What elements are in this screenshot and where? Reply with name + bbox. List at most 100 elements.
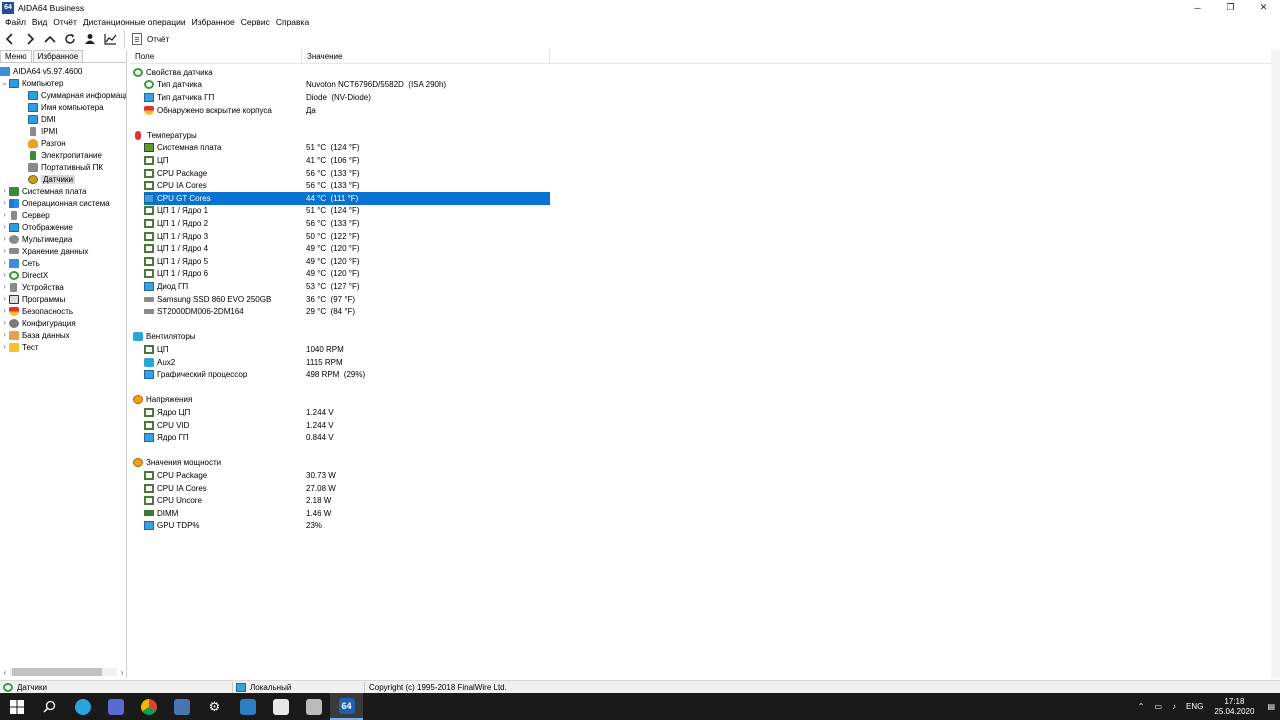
tree-item-config[interactable]: › Конфигурация: [0, 317, 126, 329]
tree-item-dmi[interactable]: DMI: [0, 113, 126, 125]
forward-icon[interactable]: [20, 30, 40, 48]
column-value[interactable]: Значение: [302, 49, 550, 64]
menu-view[interactable]: Вид: [29, 17, 50, 27]
tree-item-motherboard[interactable]: › Системная плата: [0, 185, 126, 197]
group-temperatures[interactable]: Температуры: [130, 129, 550, 142]
tree-item-root[interactable]: AIDA64 v5.97.4600: [0, 65, 126, 77]
horizontal-scrollbar[interactable]: ‹ ›: [0, 666, 127, 678]
tree-item-summary[interactable]: Суммарная информация: [0, 89, 126, 101]
expand-icon[interactable]: ›: [0, 344, 9, 351]
start-button[interactable]: [0, 693, 33, 720]
tree-item-programs[interactable]: › Программы: [0, 293, 126, 305]
table-row[interactable]: ST2000DM006-2DM164 29 °C (84 °F): [130, 305, 550, 318]
group-fans[interactable]: Вентиляторы: [130, 331, 550, 344]
table-row[interactable]: CPU Package 56 °C (133 °F): [130, 167, 550, 180]
collapse-icon[interactable]: ⌄: [0, 79, 9, 87]
notification-icon[interactable]: ▤: [1267, 702, 1275, 711]
scroll-right-icon[interactable]: ›: [117, 668, 127, 677]
expand-icon[interactable]: ›: [0, 188, 9, 195]
tree-item-directx[interactable]: › DirectX: [0, 269, 126, 281]
expand-icon[interactable]: ›: [0, 236, 9, 243]
expand-icon[interactable]: ›: [0, 212, 9, 219]
expand-icon[interactable]: ›: [0, 224, 9, 231]
table-row[interactable]: CPU VID 1.244 V: [130, 419, 550, 432]
taskbar-app-4[interactable]: [165, 693, 198, 720]
taskbar-app-2[interactable]: [99, 693, 132, 720]
taskbar-app-8[interactable]: [297, 693, 330, 720]
table-row[interactable]: Aux2 1115 RPM: [130, 356, 550, 369]
tree-item-network[interactable]: › Сеть: [0, 257, 126, 269]
table-row[interactable]: ЦП 1 / Ядро 5 49 °C (120 °F): [130, 255, 550, 268]
tree-item-security[interactable]: › Безопасность: [0, 305, 126, 317]
close-button[interactable]: ✕: [1247, 0, 1280, 15]
report-button[interactable]: Отчёт: [129, 30, 172, 48]
table-row[interactable]: Тип датчика Nuvoton NCT6796D/5582D (ISA …: [130, 79, 550, 92]
up-icon[interactable]: [40, 30, 60, 48]
taskbar-app-6[interactable]: [231, 693, 264, 720]
tab-menu[interactable]: Меню: [0, 50, 32, 62]
expand-icon[interactable]: ›: [0, 260, 9, 267]
refresh-icon[interactable]: [60, 30, 80, 48]
group-voltages[interactable]: Напряжения: [130, 394, 550, 407]
maximize-button[interactable]: ❐: [1214, 0, 1247, 15]
expand-icon[interactable]: ›: [0, 308, 9, 315]
speaker-icon[interactable]: ♪: [1172, 702, 1176, 711]
table-row[interactable]: Графический процессор 498 RPM (29%): [130, 368, 550, 381]
scrollbar-thumb[interactable]: [12, 668, 102, 676]
tab-favorites[interactable]: Избранное: [32, 50, 84, 62]
taskbar-aida64[interactable]: 64: [330, 693, 363, 720]
group-power[interactable]: Значения мощности: [130, 457, 550, 470]
user-icon[interactable]: [80, 30, 100, 48]
back-icon[interactable]: [0, 30, 20, 48]
table-row[interactable]: Диод ГП 53 °C (127 °F): [130, 280, 550, 293]
table-row-selected[interactable]: CPU GT Cores 44 °C (111 °F): [144, 192, 550, 205]
search-button[interactable]: [33, 693, 66, 720]
table-row[interactable]: ЦП 1 / Ядро 6 49 °C (120 °F): [130, 268, 550, 281]
tree-item-computer-name[interactable]: Имя компьютера: [0, 101, 126, 113]
menu-help[interactable]: Справка: [273, 17, 312, 27]
menu-report[interactable]: Отчёт: [50, 17, 80, 27]
tree-item-computer[interactable]: ⌄ Компьютер: [0, 77, 126, 89]
table-row[interactable]: ЦП 1 / Ядро 2 56 °C (133 °F): [130, 217, 550, 230]
table-row[interactable]: GPU TDP% 23%: [130, 520, 550, 533]
table-row[interactable]: Samsung SSD 860 EVO 250GB 36 °C (97 °F): [130, 293, 550, 306]
menu-service[interactable]: Сервис: [238, 17, 273, 27]
menu-favorites[interactable]: Избранное: [189, 17, 238, 27]
scroll-left-icon[interactable]: ‹: [0, 668, 10, 677]
taskbar-app-7[interactable]: [264, 693, 297, 720]
tree-item-display[interactable]: › Отображение: [0, 221, 126, 233]
scrollbar-track[interactable]: [10, 668, 117, 676]
tree-item-benchmark[interactable]: › Тест: [0, 341, 126, 353]
table-row[interactable]: Обнаружено вскрытие корпуса Да: [130, 104, 550, 117]
table-row[interactable]: ЦП 1 / Ядро 3 50 °C (122 °F): [130, 230, 550, 243]
table-row[interactable]: Тип датчика ГП Diode (NV-Diode): [130, 91, 550, 104]
table-row[interactable]: Ядро ЦП 1.244 V: [130, 406, 550, 419]
tray-overflow-icon[interactable]: ⌃: [1138, 702, 1145, 711]
expand-icon[interactable]: ›: [0, 332, 9, 339]
minimize-button[interactable]: ─: [1181, 0, 1214, 15]
table-row[interactable]: Системная плата 51 °C (124 °F): [130, 142, 550, 155]
tree-item-devices[interactable]: › Устройства: [0, 281, 126, 293]
expand-icon[interactable]: ›: [0, 248, 9, 255]
taskbar-chrome[interactable]: [132, 693, 165, 720]
table-row[interactable]: CPU IA Cores 27.08 W: [130, 482, 550, 495]
table-row[interactable]: CPU Uncore 2.18 W: [130, 494, 550, 507]
column-field[interactable]: Поле: [130, 49, 302, 64]
table-row[interactable]: DIMM 1.46 W: [130, 507, 550, 520]
tree-item-database[interactable]: › База данных: [0, 329, 126, 341]
tree-item-server[interactable]: › Сервер: [0, 209, 126, 221]
group-sensor-properties[interactable]: Свойства датчика: [130, 66, 550, 79]
expand-icon[interactable]: ›: [0, 320, 9, 327]
language-indicator[interactable]: ENG: [1186, 702, 1203, 711]
clock[interactable]: 17:18 25.04.2020: [1214, 697, 1254, 717]
chart-icon[interactable]: [100, 30, 120, 48]
expand-icon[interactable]: ›: [0, 284, 9, 291]
expand-icon[interactable]: ›: [0, 200, 9, 207]
expand-icon[interactable]: ›: [0, 272, 9, 279]
tree-item-sensors[interactable]: Датчики: [0, 173, 126, 185]
tree-item-multimedia[interactable]: › Мультимедиа: [0, 233, 126, 245]
table-row[interactable]: Ядро ГП 0.844 V: [130, 431, 550, 444]
table-row[interactable]: ЦП 1040 RPM: [130, 343, 550, 356]
network-icon[interactable]: ▭: [1154, 702, 1162, 711]
menu-file[interactable]: Файл: [2, 17, 29, 27]
